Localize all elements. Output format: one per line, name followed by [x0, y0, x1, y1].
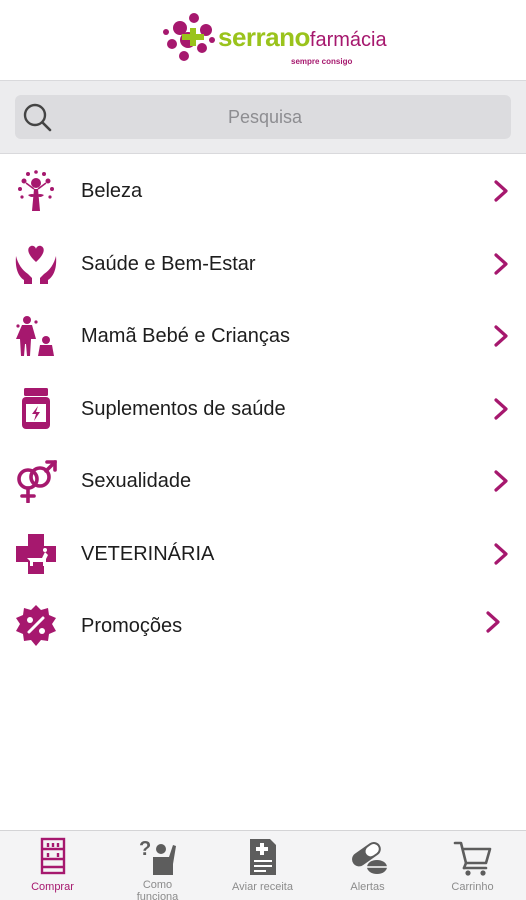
shop-shelf-icon — [40, 837, 66, 875]
tab-label: Alertas — [350, 881, 385, 893]
menu-item-label: Sexualidade — [81, 470, 192, 492]
menu-item-sexualidade[interactable]: Sexualidade — [0, 445, 526, 518]
brand-tagline: sempre consigo — [291, 57, 353, 66]
app-header: serranofarmácia sempre consigo — [0, 0, 526, 80]
discount-badge-icon — [16, 605, 56, 646]
tab-label: Carrinho — [451, 881, 494, 893]
chevron-right-icon — [494, 542, 508, 565]
supplement-jar-icon — [22, 387, 50, 429]
chevron-right-icon — [494, 325, 508, 347]
chevron-right-icon — [494, 180, 508, 202]
tab-alertas[interactable]: Alertas — [315, 831, 420, 900]
menu-item-beleza[interactable]: Beleza — [0, 155, 526, 228]
menu-item-label: Beleza — [81, 180, 143, 202]
menu-item-label: Suplementos de saúde — [81, 397, 286, 420]
gender-symbols-icon — [17, 460, 57, 503]
svg-text:?: ? — [139, 838, 151, 860]
bottom-tab-bar: Comprar ? Como funciona Aviar receita Al… — [0, 830, 526, 900]
prescription-icon — [250, 839, 276, 875]
menu-item-mama-bebe-criancas[interactable]: Mamã Bebé e Crianças — [0, 300, 526, 373]
heart-hands-icon — [15, 245, 57, 284]
tab-label: Como funciona — [136, 879, 179, 900]
mother-baby-icon — [16, 316, 54, 356]
menu-item-suplementos[interactable]: Suplementos de saúde — [0, 373, 526, 446]
chevron-right-icon — [486, 611, 500, 633]
search-box[interactable] — [15, 95, 511, 139]
tab-aviar-receita[interactable]: Aviar receita — [210, 831, 315, 900]
menu-item-label: Saúde e Bem-Estar — [81, 252, 256, 275]
chevron-right-icon — [494, 397, 508, 420]
tab-label: Aviar receita — [232, 881, 293, 893]
menu-item-label: Promoções — [81, 615, 183, 637]
search-icon — [23, 103, 52, 132]
help-person-icon: ? — [139, 838, 176, 875]
brand-name-part1: serrano — [218, 22, 310, 52]
tab-carrinho[interactable]: Carrinho — [420, 831, 525, 900]
brand-name-part2: farmácia — [309, 29, 387, 51]
chevron-right-icon — [494, 470, 508, 492]
beauty-tree-icon — [18, 170, 54, 211]
menu-item-label: VETERINÁRIA — [81, 542, 215, 565]
chevron-right-icon — [494, 252, 508, 275]
search-input[interactable] — [65, 95, 465, 139]
cart-icon — [453, 841, 492, 876]
menu-item-promocoes[interactable]: Promoções — [0, 590, 526, 663]
tab-como-funciona[interactable]: ? Como funciona — [105, 831, 210, 900]
tab-comprar[interactable]: Comprar — [0, 831, 105, 900]
category-menu: Beleza Saúde e Bem-Estar Mamã Bebé e Cri… — [0, 155, 526, 663]
search-bar — [0, 80, 526, 154]
pills-icon — [352, 842, 387, 874]
brand-name: serranofarmácia — [218, 22, 387, 53]
vet-cross-icon — [16, 533, 56, 574]
menu-item-saude-bem-estar[interactable]: Saúde e Bem-Estar — [0, 228, 526, 301]
tab-label: Comprar — [31, 881, 74, 893]
menu-item-veterinaria[interactable]: VETERINÁRIA — [0, 518, 526, 591]
menu-item-label: Mamã Bebé e Crianças — [81, 325, 290, 347]
